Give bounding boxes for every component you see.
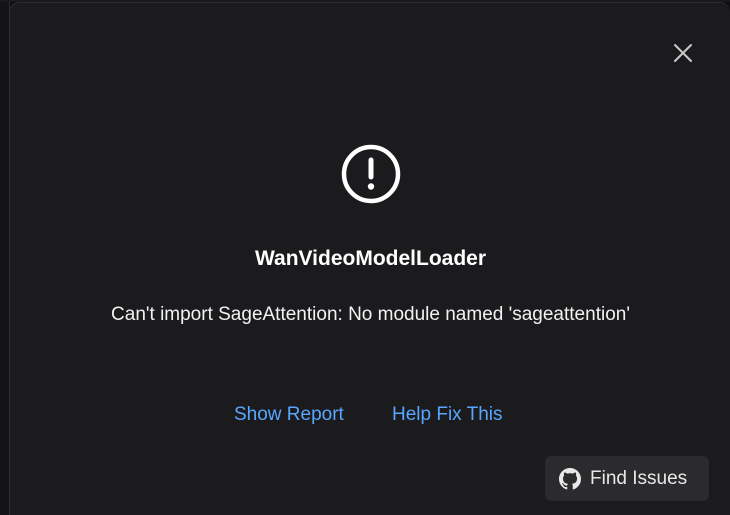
help-fix-link[interactable]: Help Fix This xyxy=(392,404,503,426)
show-report-link[interactable]: Show Report xyxy=(234,404,344,426)
error-message: Can't import SageAttention: No module na… xyxy=(111,304,630,325)
github-icon xyxy=(559,467,581,489)
dialog-title: WanVideoModelLoader xyxy=(254,247,487,270)
find-issues-button[interactable]: Find Issues xyxy=(545,456,709,501)
error-dialog: WanVideoModelLoader Can't import SageAtt… xyxy=(9,2,730,515)
close-icon xyxy=(674,44,692,62)
find-issues-label: Find Issues xyxy=(590,467,688,489)
exclamation-circle-icon xyxy=(341,144,401,204)
close-button[interactable] xyxy=(670,40,696,66)
